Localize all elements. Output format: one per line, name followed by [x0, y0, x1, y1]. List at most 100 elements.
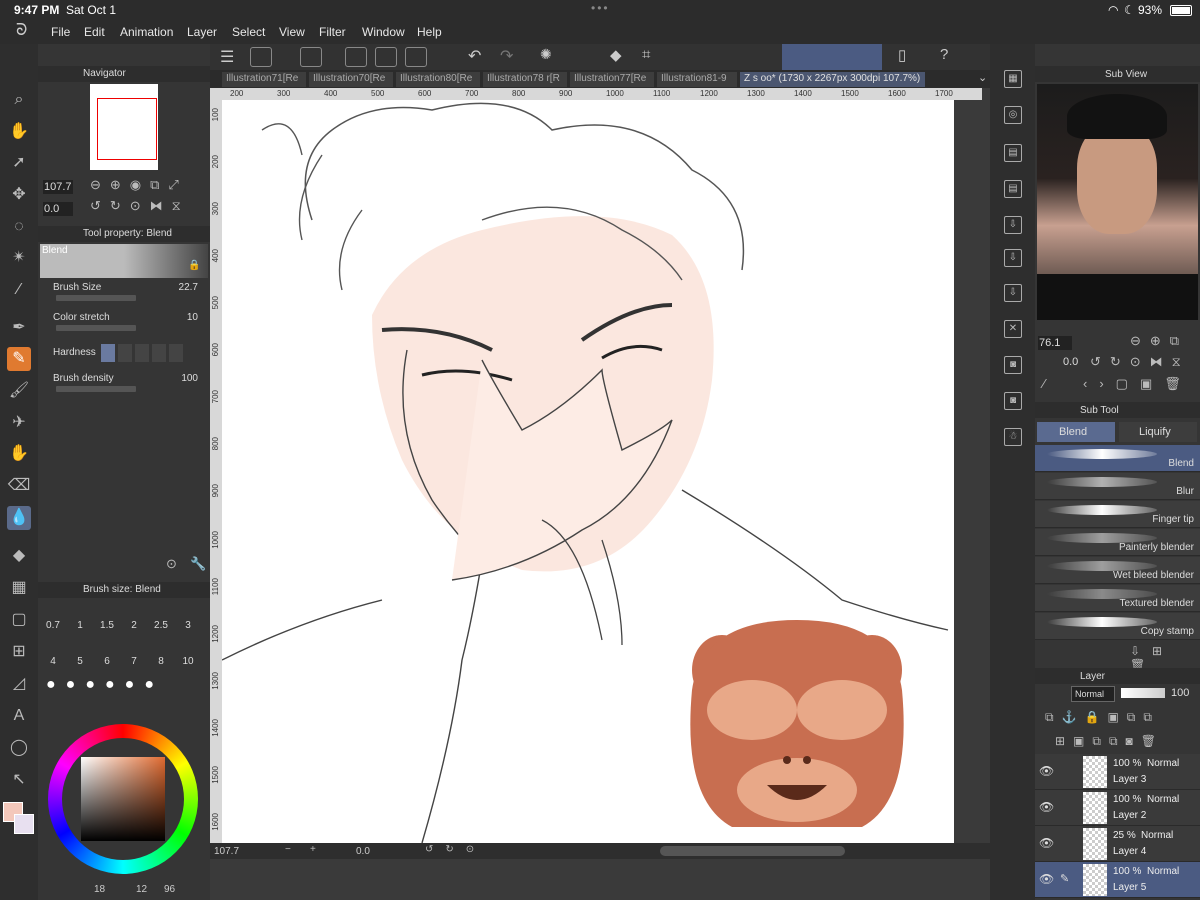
brush-size-option[interactable]: 0.7 — [40, 620, 66, 631]
lasso-tool-icon[interactable]: ◌ — [7, 215, 31, 239]
brush-size-option[interactable]: 5 — [67, 656, 93, 667]
text-tool-icon[interactable]: A — [7, 704, 31, 728]
layer-tools-row-2[interactable]: ⊞▣⧉⧉◙🗑 — [1055, 734, 1164, 749]
layer-row[interactable]: 👁 100 % Normal Layer 2 — [1035, 790, 1200, 826]
sub-view-zoom-controls[interactable]: ⊖⊕⧉ — [1130, 333, 1188, 349]
brush-density-value[interactable]: 100 — [158, 373, 198, 384]
zoom-out-icon[interactable]: − — [285, 844, 291, 855]
menu-layer[interactable]: Layer — [187, 25, 217, 39]
pose-icon[interactable]: ☃ — [1004, 428, 1022, 446]
color-stretch-row[interactable]: Color stretch 10 — [53, 312, 198, 323]
sub-view-rotation-value[interactable]: 0.0 — [1063, 356, 1078, 368]
tab-illustration77[interactable]: Illustration77[Re — [570, 72, 654, 87]
canvas-rotate-controls[interactable]: ↺↻⊙ — [425, 844, 486, 855]
brush-size-option[interactable]: 2 — [121, 620, 147, 631]
menu-animation[interactable]: Animation — [120, 25, 173, 39]
airbrush-tool-icon[interactable]: ✈ — [7, 411, 31, 435]
hand-tool-icon[interactable]: ✋ — [7, 120, 31, 144]
gradient-tool-icon[interactable]: ▦ — [7, 576, 31, 600]
import-icon[interactable]: ⇩ — [1004, 216, 1022, 234]
material-2-icon[interactable]: ▤ — [1004, 180, 1022, 198]
ruler-tool-icon[interactable]: ◿ — [7, 672, 31, 696]
brush-size-option[interactable]: 1.5 — [94, 620, 120, 631]
horizontal-scrollbar[interactable] — [660, 846, 845, 856]
tab-illustration78[interactable]: Illustration78 r[R — [483, 72, 567, 87]
menu-edit[interactable]: Edit — [84, 25, 105, 39]
color-stretch-value[interactable]: 10 — [158, 312, 198, 323]
layer-row[interactable]: 👁 25 % Normal Layer 4 — [1035, 826, 1200, 862]
brush-size-option[interactable]: 8 — [148, 656, 174, 667]
eye-icon[interactable]: 👁 — [1039, 800, 1054, 814]
color-saturation-square[interactable] — [81, 757, 165, 841]
navigator-rotation-value[interactable]: 0.0 — [43, 202, 73, 216]
open-file-icon[interactable] — [375, 47, 397, 67]
color-stretch-slider[interactable] — [56, 325, 136, 331]
menu-window[interactable]: Window — [362, 25, 405, 39]
decoration-tool-icon[interactable]: ✋ — [7, 442, 31, 466]
frame-tool-icon[interactable]: ⊞ — [7, 640, 31, 664]
zoom-tool-icon[interactable]: ⌕ — [7, 88, 31, 112]
brush-size-option[interactable]: 4 — [40, 656, 66, 667]
fill-tool-icon[interactable]: ◆ — [7, 544, 31, 568]
layer-row[interactable]: 👁 100 % Normal Layer 3 — [1035, 754, 1200, 790]
import-2-icon[interactable]: ⇩ — [1004, 249, 1022, 267]
redo-icon[interactable]: ↷ — [500, 46, 513, 66]
save-icon[interactable] — [405, 47, 427, 67]
clear-icon[interactable]: ✕ — [1004, 320, 1022, 338]
reference-photo[interactable] — [1037, 84, 1198, 320]
material-icon[interactable]: ▤ — [1004, 144, 1022, 162]
hardness-selector[interactable] — [101, 344, 197, 362]
canvas-rotation-value[interactable]: 0.0 — [356, 846, 370, 857]
compass-icon[interactable]: ◎ — [1004, 106, 1022, 124]
brush-size-row[interactable]: Brush Size 22.7 — [53, 282, 198, 293]
navigator-thumbnail[interactable] — [90, 84, 158, 170]
menu-view[interactable]: View — [279, 25, 305, 39]
camera-2-icon[interactable]: ◙ — [1004, 392, 1022, 410]
brush-size-option[interactable]: 6 — [94, 656, 120, 667]
operation-tool-icon[interactable]: ➚ — [7, 151, 31, 175]
sub-tool-finger-tip[interactable]: Finger tip — [1035, 501, 1200, 528]
layer-tools-row-1[interactable]: ⧉⚓🔒▣⧉⧉ — [1045, 710, 1160, 725]
hamburger-menu-icon[interactable]: ☰ — [220, 47, 234, 67]
settings-icon[interactable] — [300, 47, 322, 67]
crop-icon[interactable]: ⌗ — [642, 46, 650, 63]
brush-size-option[interactable]: 10 — [175, 656, 201, 667]
balloon-tool-icon[interactable]: ◯ — [7, 736, 31, 760]
grid-icon[interactable]: ▦ — [1004, 70, 1022, 88]
pen-tool-icon[interactable]: ✒ — [7, 316, 31, 340]
menu-select[interactable]: Select — [232, 25, 265, 39]
eye-icon[interactable]: 👁 — [1039, 836, 1054, 850]
opacity-slider[interactable] — [1121, 688, 1165, 698]
figure-tool-icon[interactable]: ▢ — [7, 608, 31, 632]
sub-tool-group-liquify[interactable]: Liquify — [1119, 422, 1197, 442]
sub-tool-blur[interactable]: Blur — [1035, 473, 1200, 500]
sub-tool-copy-stamp[interactable]: Copy stamp — [1035, 613, 1200, 640]
sub-view-nav-controls[interactable]: ‹›▢▣🗑 — [1083, 376, 1193, 392]
move-tool-icon[interactable]: ✥ — [7, 183, 31, 207]
tab-illustration70[interactable]: Illustration70[Re — [309, 72, 393, 87]
menu-file[interactable]: File — [51, 25, 70, 39]
loading-icon[interactable]: ✺ — [540, 46, 552, 63]
eye-icon[interactable]: 👁 — [1039, 764, 1054, 778]
canvas-zoom-value[interactable]: 107.7 — [214, 846, 239, 857]
wrench-icon[interactable]: 🔧 — [190, 556, 206, 572]
import-3-icon[interactable]: ⇩ — [1004, 284, 1022, 302]
blend-mode-select[interactable]: Normal — [1071, 686, 1115, 702]
brush-size-value[interactable]: 22.7 — [158, 282, 198, 293]
brush-size-slider[interactable] — [56, 295, 136, 301]
help-icon[interactable]: ? — [940, 46, 948, 63]
eye-icon[interactable]: 👁 — [1039, 872, 1054, 886]
layer-opacity-value[interactable]: 100 — [1171, 687, 1189, 699]
tab-illustration81[interactable]: Illustration81-9 — [657, 72, 737, 87]
zoom-in-icon[interactable]: + — [310, 844, 316, 855]
brush-density-row[interactable]: Brush density 100 — [53, 373, 198, 384]
ruler-snap-group[interactable] — [782, 44, 882, 70]
eyedropper-icon[interactable]: ⁄ — [7, 278, 31, 302]
pencil-tool-icon[interactable]: ✎ — [7, 347, 31, 371]
correct-line-tool-icon[interactable]: ↖ — [7, 768, 31, 792]
brush-size-option[interactable]: 1 — [67, 620, 93, 631]
sub-tool-wet-bleed-blender[interactable]: Wet bleed blender — [1035, 557, 1200, 584]
hardness-row[interactable]: Hardness — [53, 347, 96, 358]
brush-size-option[interactable]: 7 — [121, 656, 147, 667]
layer-row-selected[interactable]: 👁 ✎ 100 % Normal Layer 5 — [1035, 862, 1200, 898]
